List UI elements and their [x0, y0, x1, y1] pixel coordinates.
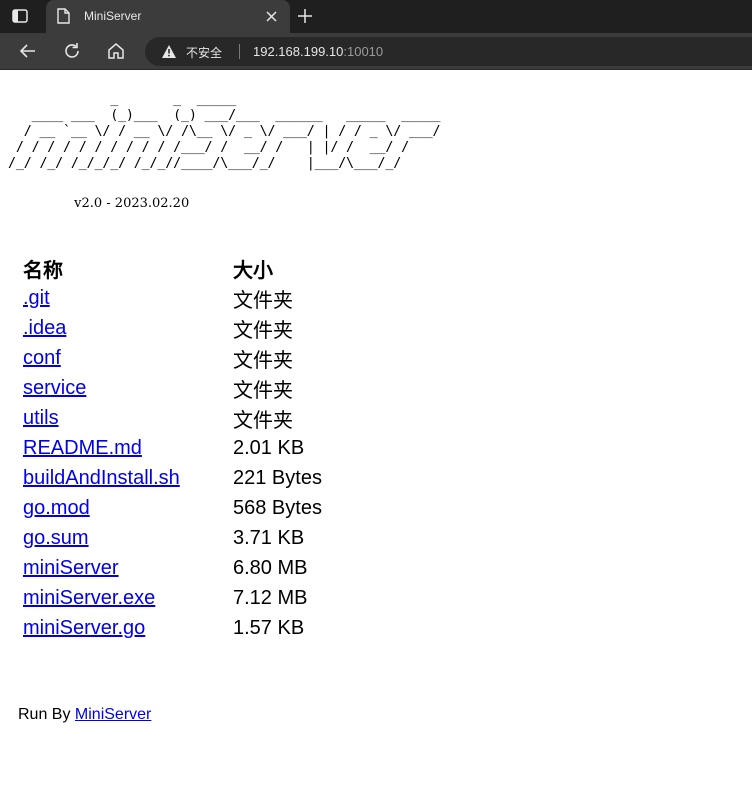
browser-toolbar: 不安全 192.168.199.10:10010	[0, 33, 752, 70]
table-row: .idea 文件夹	[23, 313, 322, 343]
file-link[interactable]: .idea	[23, 317, 66, 339]
table-row: go.mod 568 Bytes	[23, 493, 322, 523]
file-size: 文件夹	[233, 289, 293, 312]
footer-prefix: Run By	[18, 706, 71, 723]
file-list: .git 文件夹 .idea 文件夹 conf 文件夹 service 文件夹 util…	[23, 283, 322, 643]
table-row: go.sum 3.71 KB	[23, 523, 322, 553]
file-link[interactable]: go.sum	[23, 527, 89, 549]
file-size: 文件夹	[233, 379, 293, 402]
file-link[interactable]: buildAndInstall.sh	[23, 467, 180, 489]
warning-icon[interactable]	[161, 44, 177, 59]
table-row: miniServer.go 1.57 KB	[23, 613, 322, 643]
file-size: 文件夹	[233, 319, 293, 342]
file-listing-table: 名称 大小 .git 文件夹 .idea 文件夹 conf 文件夹 service 文件…	[23, 254, 322, 643]
back-arrow-icon[interactable]	[18, 41, 38, 61]
url-host: 192.168.199.10	[253, 44, 344, 59]
file-link[interactable]: utils	[23, 407, 59, 429]
close-icon[interactable]	[264, 9, 279, 24]
file-size: 文件夹	[233, 349, 293, 372]
url-port: :10010	[343, 44, 384, 59]
security-label[interactable]: 不安全	[186, 44, 222, 61]
header-size: 大小	[233, 260, 273, 282]
ascii-banner: _ _ _____ ____ ___ (_)___ (_) ___/___ __…	[8, 92, 441, 171]
table-row: miniServer.exe 7.12 MB	[23, 583, 322, 613]
file-size: 221 Bytes	[233, 466, 322, 489]
browser-tab-bar: MiniServer	[0, 0, 752, 33]
file-size: 3.71 KB	[233, 526, 305, 549]
file-link[interactable]: service	[23, 377, 86, 399]
table-row: conf 文件夹	[23, 343, 322, 373]
file-link[interactable]: .git	[23, 287, 50, 309]
url-text[interactable]: 192.168.199.10:10010	[253, 44, 383, 59]
file-size: 568 Bytes	[233, 496, 322, 519]
table-header-row: 名称 大小	[23, 254, 322, 283]
file-link[interactable]: go.mod	[23, 497, 90, 519]
footer: Run By MiniServer	[18, 706, 151, 724]
file-size: 2.01 KB	[233, 436, 305, 459]
version-text: v2.0 - 2023.02.20	[8, 196, 190, 211]
file-link[interactable]: miniServer	[23, 557, 119, 579]
header-name: 名称	[23, 260, 63, 282]
page-favicon	[57, 8, 71, 25]
file-size: 6.80 MB	[233, 556, 308, 579]
omnibox-divider	[239, 44, 240, 59]
file-size: 1.57 KB	[233, 616, 305, 639]
table-row: utils 文件夹	[23, 403, 322, 433]
file-link[interactable]: conf	[23, 347, 61, 369]
browser-tab[interactable]: MiniServer	[46, 0, 290, 33]
file-link[interactable]: README.md	[23, 437, 142, 459]
table-row: service 文件夹	[23, 373, 322, 403]
home-icon[interactable]	[106, 41, 126, 61]
footer-link[interactable]: MiniServer	[75, 706, 151, 723]
address-bar[interactable]: 不安全 192.168.199.10:10010	[145, 37, 752, 66]
file-link[interactable]: miniServer.exe	[23, 587, 155, 609]
plus-icon[interactable]	[296, 7, 314, 25]
file-size: 文件夹	[233, 409, 293, 432]
table-row: buildAndInstall.sh 221 Bytes	[23, 463, 322, 493]
table-row: miniServer 6.80 MB	[23, 553, 322, 583]
tab-title: MiniServer	[84, 9, 142, 23]
table-row: README.md 2.01 KB	[23, 433, 322, 463]
file-link[interactable]: miniServer.go	[23, 617, 145, 639]
file-size: 7.12 MB	[233, 586, 308, 609]
sidebar-toggle-icon[interactable]	[10, 7, 30, 25]
reload-icon[interactable]	[62, 41, 82, 61]
table-row: .git 文件夹	[23, 283, 322, 313]
